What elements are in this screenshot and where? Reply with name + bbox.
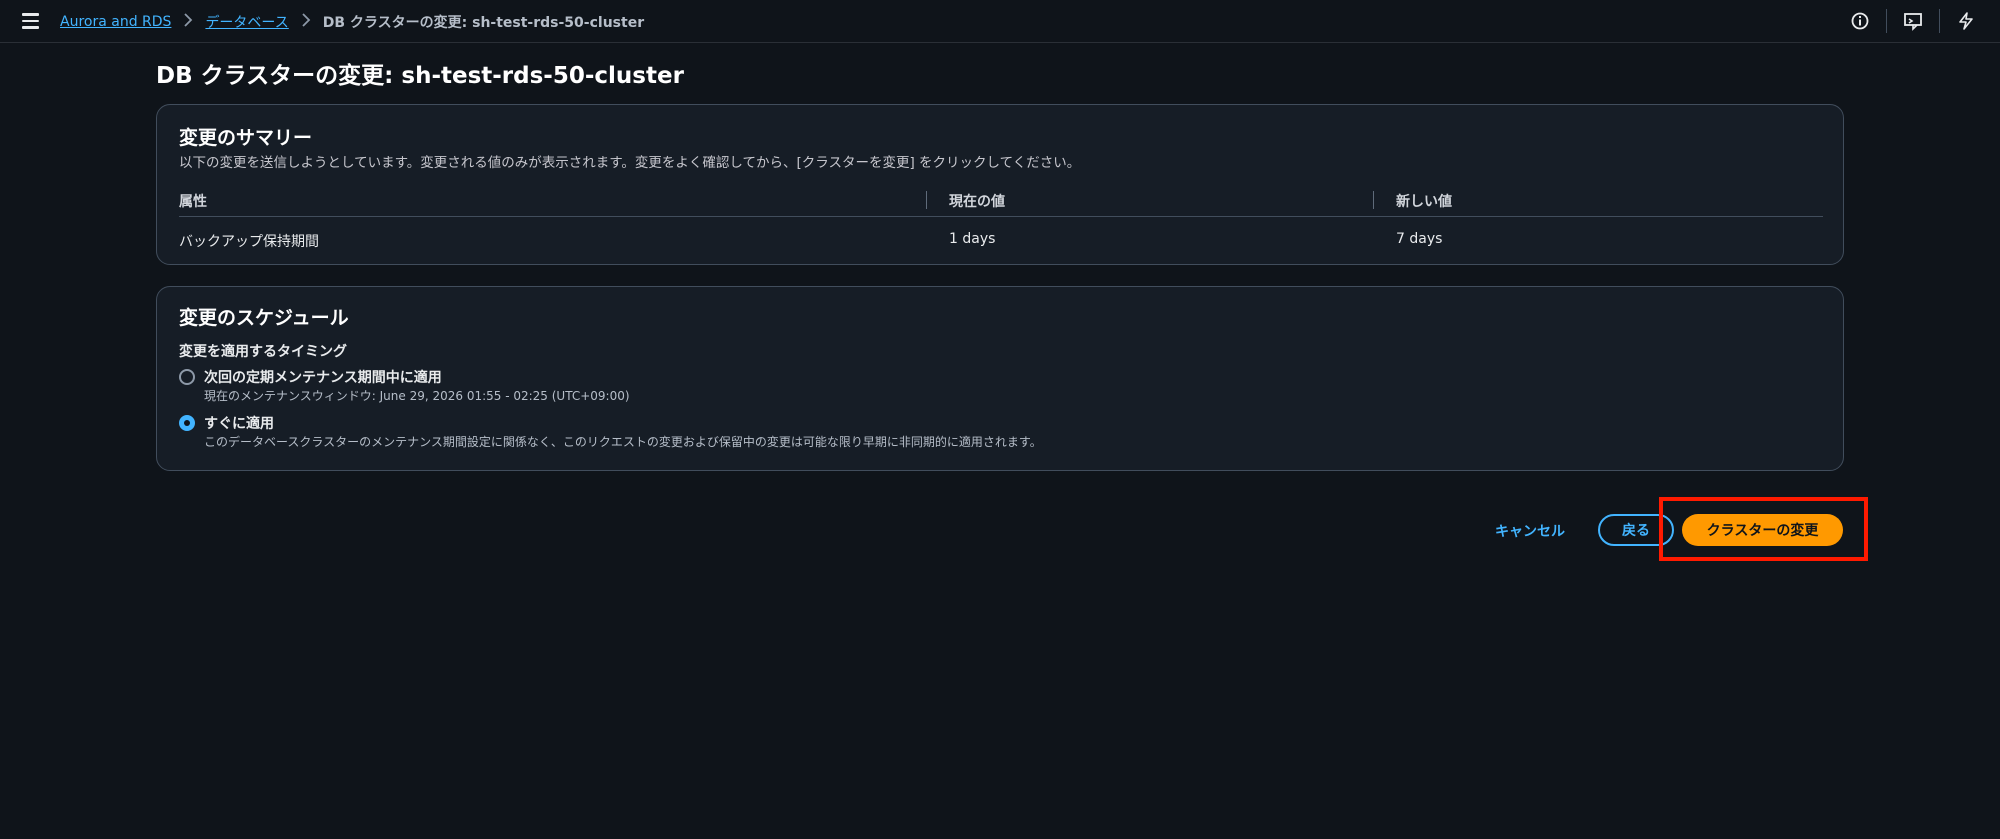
summary-panel: 変更のサマリー 以下の変更を送信しようとしています。変更される値のみが表示されま… (156, 104, 1844, 265)
breadcrumb: Aurora and RDS データベース DB クラスターの変更: sh-te… (60, 12, 644, 32)
radio-button[interactable] (179, 369, 195, 385)
lightning-icon[interactable] (1954, 9, 1978, 33)
schedule-title: 変更のスケジュール (179, 307, 349, 329)
chevron-right-icon (183, 13, 193, 31)
summary-description: 以下の変更を送信しようとしています。変更される値のみが表示されます。変更をよく確… (179, 155, 1081, 171)
summary-title: 変更のサマリー (179, 127, 313, 149)
cell-current-value: 1 days (949, 231, 996, 247)
table-row: バックアップ保持期間 1 days 7 days (179, 217, 1823, 261)
toolbar-divider (1886, 9, 1887, 33)
breadcrumb-link-databases[interactable]: データベース (205, 12, 288, 32)
breadcrumb-link-aurora-rds[interactable]: Aurora and RDS (60, 14, 171, 30)
column-header-new: 新しい値 (1396, 194, 1452, 210)
page-title: DB クラスターの変更: sh-test-rds-50-cluster (156, 63, 684, 89)
feedback-icon[interactable] (1901, 9, 1925, 33)
column-divider (926, 191, 927, 209)
radio-option-next-maintenance[interactable]: 次回の定期メンテナンス期間中に適用 現在のメンテナンスウィンドウ: June 2… (179, 367, 879, 407)
radio-description: このデータベースクラスターのメンテナンス期間設定に関係なく、このリクエストの変更… (204, 435, 1042, 449)
info-icon[interactable] (1848, 9, 1872, 33)
radio-label: すぐに適用 (204, 416, 274, 432)
radio-label: 次回の定期メンテナンス期間中に適用 (204, 370, 442, 386)
radio-button-selected[interactable] (179, 415, 195, 431)
table-header: 属性 現在の値 新しい値 (179, 185, 1823, 217)
summary-table: 属性 現在の値 新しい値 バックアップ保持期間 1 days 7 days (179, 185, 1823, 261)
column-divider (1373, 191, 1374, 209)
radio-description: 現在のメンテナンスウィンドウ: June 29, 2026 01:55 - 02… (204, 389, 630, 403)
schedule-panel: 変更のスケジュール 変更を適用するタイミング 次回の定期メンテナンス期間中に適用… (156, 286, 1844, 471)
menu-icon[interactable] (22, 10, 44, 32)
cancel-button[interactable]: キャンセル (1480, 515, 1580, 547)
top-utility-icons (1834, 9, 1978, 33)
column-header-attribute: 属性 (179, 194, 207, 210)
cell-attribute: バックアップ保持期間 (179, 234, 319, 250)
chevron-right-icon (301, 13, 311, 31)
column-header-current: 現在の値 (949, 194, 1005, 210)
breadcrumb-current: DB クラスターの変更: sh-test-rds-50-cluster (322, 15, 645, 31)
highlight-annotation-box (1659, 497, 1868, 561)
top-navigation-bar: Aurora and RDS データベース DB クラスターの変更: sh-te… (0, 0, 2000, 43)
apply-timing-label: 変更を適用するタイミング (179, 344, 347, 360)
cell-new-value: 7 days (1396, 231, 1443, 247)
toolbar-divider (1939, 9, 1940, 33)
radio-option-apply-immediately[interactable]: すぐに適用 このデータベースクラスターのメンテナンス期間設定に関係なく、このリク… (179, 413, 1379, 453)
